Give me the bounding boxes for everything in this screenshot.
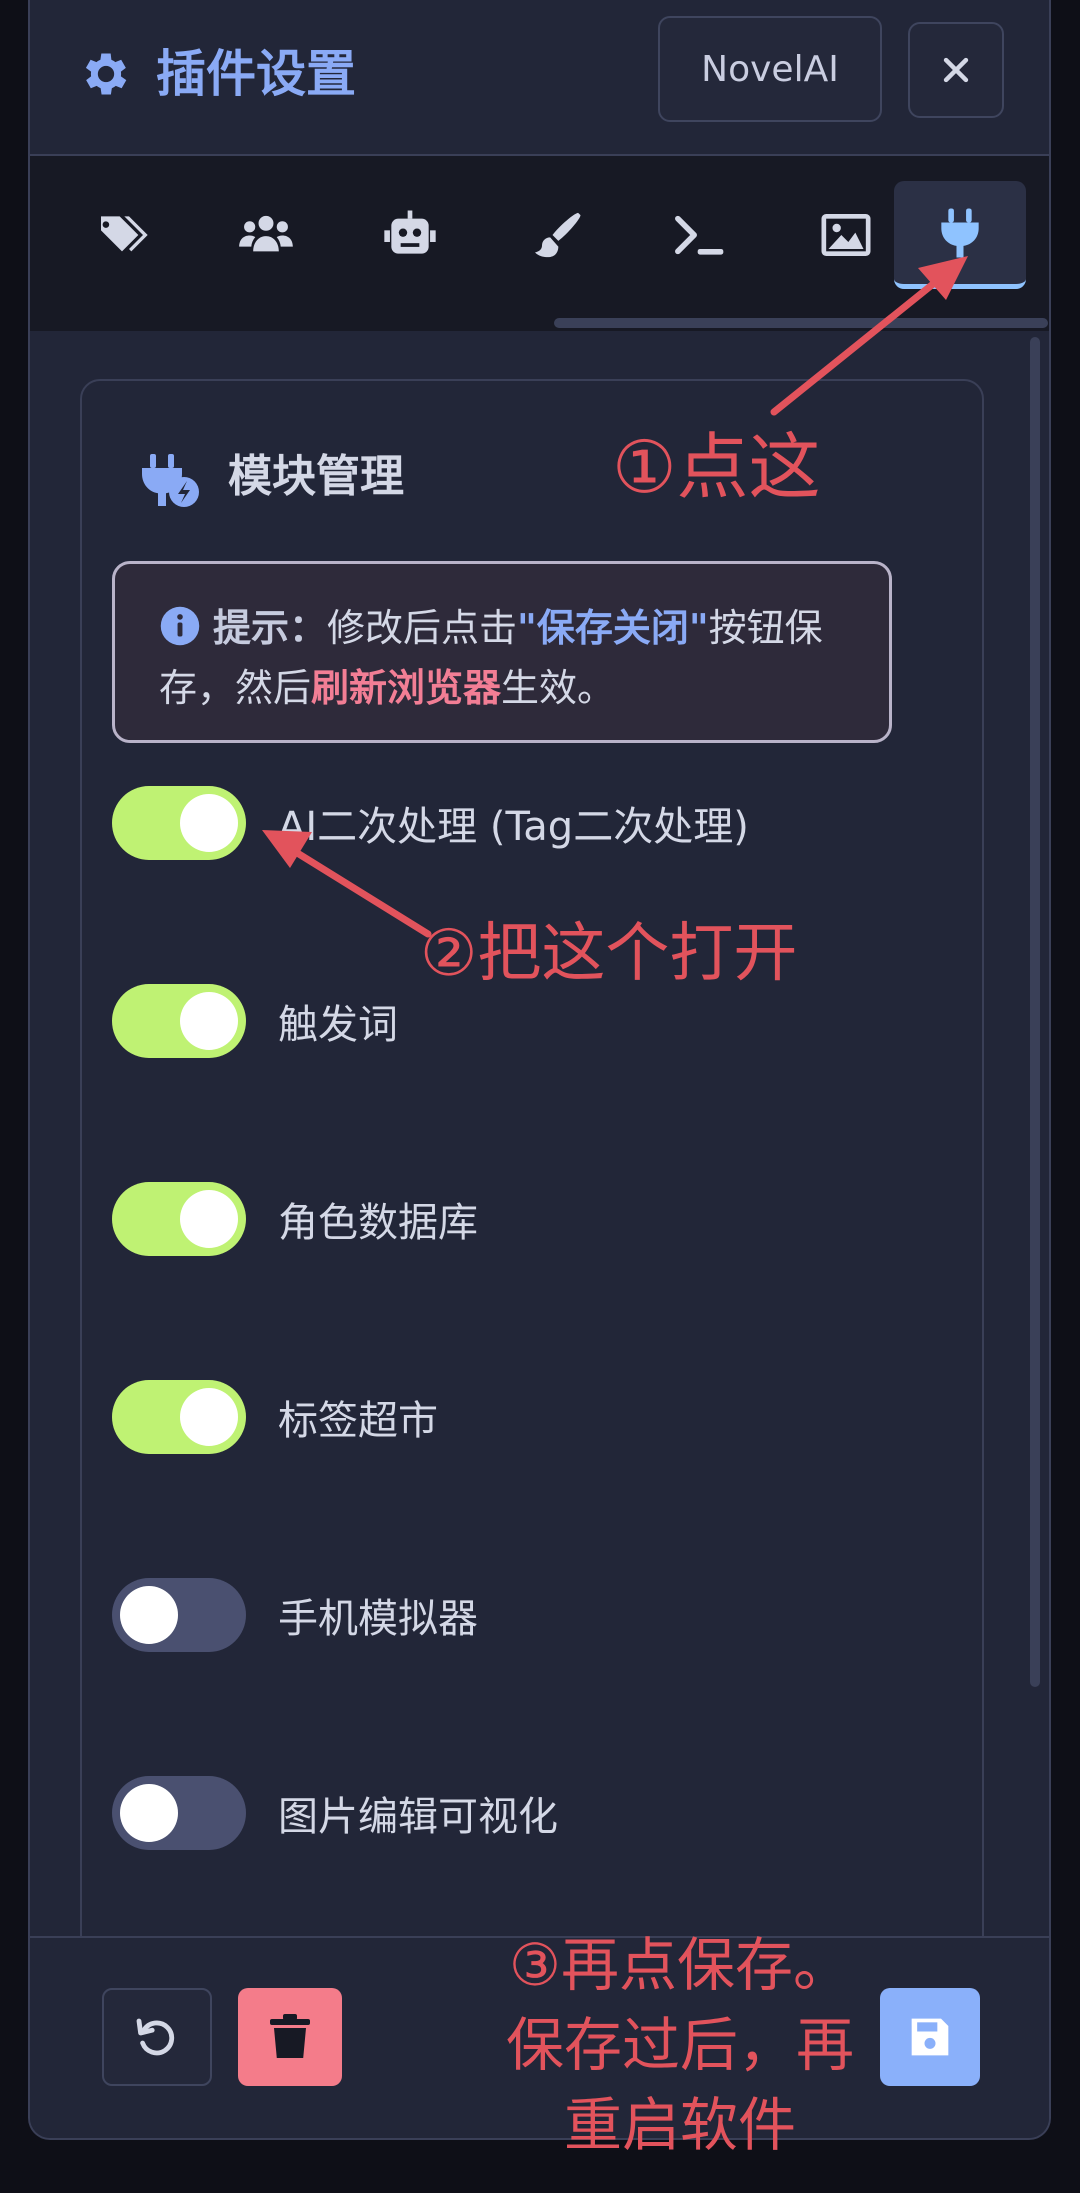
toggle-switch[interactable] <box>112 984 246 1058</box>
annotation-step-1: ①点这 <box>612 425 821 509</box>
novelai-button[interactable]: NovelAI <box>658 16 882 122</box>
tab-terminal[interactable] <box>634 181 766 289</box>
reset-icon <box>136 2018 175 2056</box>
tab-users[interactable] <box>200 181 332 289</box>
module-row: 标签超市 <box>112 1380 438 1454</box>
tab-image[interactable] <box>780 181 912 289</box>
tab-tags[interactable] <box>56 181 188 289</box>
toggle-knob <box>180 1388 238 1446</box>
tab-scrollbar[interactable] <box>554 318 1048 328</box>
close-button[interactable] <box>908 22 1004 118</box>
reset-button[interactable] <box>102 1988 212 2086</box>
gear-icon <box>85 53 127 95</box>
plug-bolt-icon <box>142 454 199 507</box>
card-title: 模块管理 <box>228 451 404 502</box>
tab-robot[interactable] <box>344 181 476 289</box>
toggle-knob <box>120 1586 178 1644</box>
tab-paintbrush[interactable] <box>490 181 622 289</box>
toggle-knob <box>180 1190 238 1248</box>
close-icon <box>943 57 969 83</box>
module-label: 标签超市 <box>278 1398 438 1444</box>
hint-box: 提示：修改后点击"保存关闭"按钮保存，然后刷新浏览器生效。 <box>112 561 892 743</box>
tab-plugins[interactable] <box>894 181 1026 289</box>
module-row: AI二次处理 (Tag二次处理) <box>112 786 749 860</box>
plug-icon <box>941 208 979 257</box>
terminal-icon <box>675 215 724 255</box>
info-icon <box>160 606 200 646</box>
toggle-knob <box>120 1784 178 1842</box>
toggle-switch[interactable] <box>112 1380 246 1454</box>
hint-text-3: 生效。 <box>501 666 616 710</box>
toggle-switch[interactable] <box>112 1776 246 1850</box>
hint-highlight-refresh: 刷新浏览器 <box>311 666 502 710</box>
module-row: 图片编辑可视化 <box>112 1776 558 1850</box>
annotation-step-2: ②把这个打开 <box>420 917 798 991</box>
page-title: 插件设置 <box>156 45 356 103</box>
image-icon <box>821 214 871 256</box>
tags-icon <box>101 216 148 252</box>
toggle-switch[interactable] <box>112 786 246 860</box>
toggle-switch[interactable] <box>112 1182 246 1256</box>
toggle-knob <box>180 794 238 852</box>
module-label: AI二次处理 (Tag二次处理) <box>278 804 749 850</box>
annotation-step-3-line-1: ③再点保存。 <box>509 1931 851 1999</box>
panel-header: 插件设置 NovelAI <box>30 0 1049 156</box>
annotation-step-3-line-2: 保存过后，再 <box>505 2011 854 2079</box>
delete-button[interactable] <box>238 1988 342 2086</box>
module-label: 图片编辑可视化 <box>278 1794 558 1840</box>
vertical-scrollbar[interactable] <box>1030 337 1040 1687</box>
module-row: 角色数据库 <box>112 1182 478 1256</box>
robot-icon <box>384 210 436 254</box>
hint-text-1: 修改后点击 <box>327 606 518 650</box>
annotation-step-3: ③再点保存。 保存过后，再 重启软件 <box>440 1925 920 2165</box>
trash-icon <box>270 2014 310 2058</box>
toggle-switch[interactable] <box>112 1578 246 1652</box>
module-label: 触发词 <box>278 1002 398 1048</box>
module-row: 触发词 <box>112 984 398 1058</box>
hint-highlight-save: "保存关闭" <box>517 606 709 650</box>
annotation-step-3-line-3: 重启软件 <box>563 2091 796 2159</box>
toggle-knob <box>180 992 238 1050</box>
tab-bar <box>30 156 1049 331</box>
paintbrush-icon <box>535 212 581 258</box>
module-label: 手机模拟器 <box>278 1596 478 1642</box>
module-label: 角色数据库 <box>278 1200 478 1246</box>
hint-label: 提示： <box>213 606 328 650</box>
users-icon <box>239 215 293 252</box>
module-row: 手机模拟器 <box>112 1578 478 1652</box>
